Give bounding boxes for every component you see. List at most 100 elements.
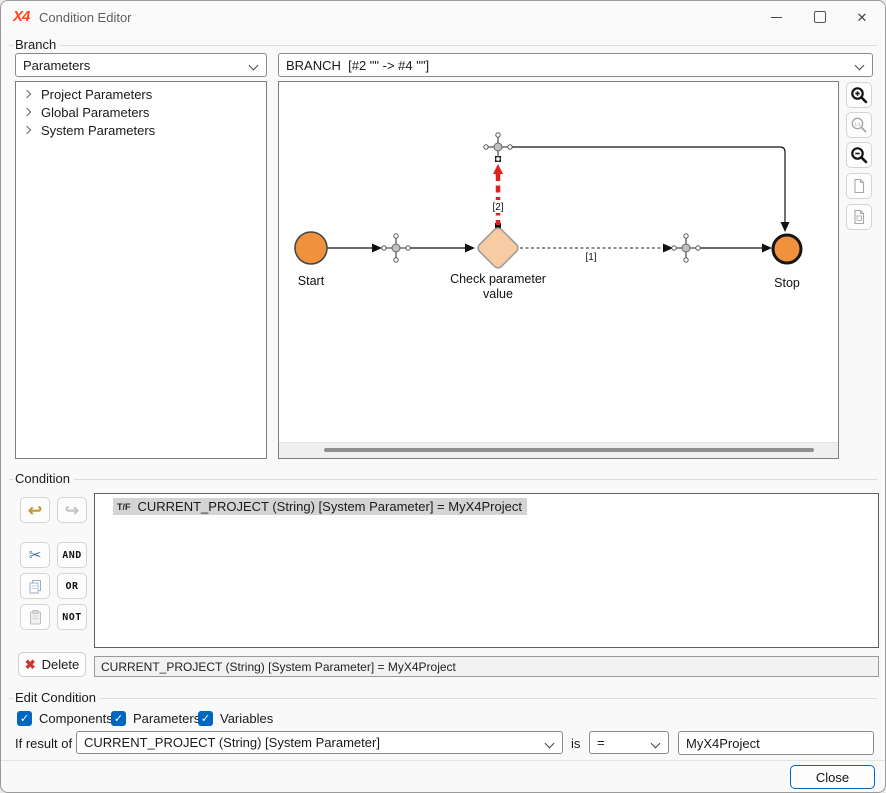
tree-item-global-parameters[interactable]: Global Parameters [16, 103, 266, 121]
tree-item-project-parameters[interactable]: Project Parameters [16, 85, 266, 103]
svg-text:1:1: 1:1 [854, 121, 861, 126]
checkbox-variables-label: Variables [220, 711, 273, 726]
operand-dropdown[interactable]: CURRENT_PROJECT (String) [System Paramet… [76, 731, 563, 754]
maximize-icon [814, 11, 826, 23]
condition-group-label: Condition [13, 471, 74, 486]
or-button-label: OR [65, 581, 78, 592]
delete-button[interactable]: ✖ Delete [18, 652, 86, 677]
tree-item-system-parameters[interactable]: System Parameters [16, 121, 266, 139]
canvas-hscrollbar-thumb[interactable] [324, 448, 814, 452]
checkbox-variables[interactable]: ✓ Variables [198, 710, 273, 727]
operand-dropdown-value: CURRENT_PROJECT (String) [System Paramet… [84, 735, 380, 750]
stop-node[interactable]: Stop [773, 235, 801, 290]
or-button[interactable]: OR [57, 573, 87, 599]
delete-button-label: Delete [42, 657, 80, 672]
decision-node-label-line1: Check parameter [450, 272, 546, 286]
start-node[interactable]: Start [295, 232, 327, 288]
and-button[interactable]: AND [57, 542, 87, 568]
chevron-right-icon [23, 126, 31, 134]
edge-junction2-to-stop[interactable] [698, 244, 772, 253]
maximize-button[interactable] [799, 1, 841, 33]
workflow-canvas[interactable]: [1] [2] [278, 81, 839, 459]
not-button[interactable]: NOT [57, 604, 87, 630]
junction-node-2[interactable] [672, 234, 700, 262]
condition-group-border [9, 479, 877, 480]
undo-icon: ↩ [28, 502, 42, 519]
close-button-label: Close [816, 770, 849, 785]
branch-group-label: Branch [13, 37, 60, 52]
canvas-hscrollbar [279, 442, 838, 458]
operator-dropdown[interactable]: = [589, 731, 669, 754]
zoom-out-button[interactable] [846, 142, 872, 168]
parameter-tree: Project Parameters Global Parameters Sys… [15, 81, 267, 459]
checkbox-components[interactable]: ✓ Components [17, 710, 113, 727]
not-button-label: NOT [62, 612, 82, 623]
operator-dropdown-value: = [597, 735, 605, 750]
edge-top-junction-to-stop[interactable] [510, 147, 790, 232]
zoom-in-icon [850, 86, 868, 104]
x4-logo: X4 [13, 8, 29, 25]
comparison-value-input[interactable] [678, 731, 874, 755]
chevron-down-icon [545, 739, 555, 749]
condition-preview-text: CURRENT_PROJECT (String) [System Paramet… [101, 660, 456, 674]
paste-icon [27, 609, 44, 626]
undo-button[interactable]: ↩ [20, 497, 50, 523]
branch-dropdown[interactable]: BRANCH [#2 "" -> #4 ""] [278, 53, 873, 77]
fit-page-button[interactable] [846, 173, 872, 199]
chevron-down-icon [855, 61, 865, 71]
is-label: is [571, 736, 580, 751]
redo-button[interactable]: ↪ [57, 497, 87, 523]
and-button-label: AND [62, 550, 82, 561]
parameter-category-dropdown[interactable]: Parameters [15, 53, 267, 77]
checkbox-components-label: Components [39, 711, 113, 726]
condition-list[interactable]: T/F CURRENT_PROJECT (String) [System Par… [94, 493, 879, 648]
zoom-in-button[interactable] [846, 82, 872, 108]
parameter-category-value: Parameters [23, 58, 90, 73]
branch-group-border [9, 45, 877, 46]
fit-selection-icon [850, 208, 868, 226]
tree-item-label: Global Parameters [41, 105, 149, 120]
checkbox-parameters[interactable]: ✓ Parameters [111, 710, 200, 727]
condition-list-item[interactable]: T/F CURRENT_PROJECT (String) [System Par… [113, 498, 527, 515]
checkbox-checked-icon: ✓ [111, 711, 126, 726]
copy-icon [27, 578, 44, 595]
minimize-icon [771, 17, 782, 18]
edge-start-to-junction[interactable] [327, 244, 382, 253]
window-close-button[interactable]: ✕ [841, 1, 883, 33]
chevron-down-icon [249, 61, 259, 71]
cut-icon: ✂ [29, 548, 42, 563]
edge2-label: [2] [492, 202, 503, 213]
start-node-label: Start [298, 274, 325, 288]
junction-node-1[interactable] [382, 234, 410, 262]
close-button[interactable]: Close [790, 765, 875, 789]
minimize-button[interactable] [755, 1, 797, 33]
delete-icon: ✖ [25, 658, 36, 671]
condition-item-text: CURRENT_PROJECT (String) [System Paramet… [138, 499, 522, 514]
footer-divider [1, 760, 885, 761]
paste-button[interactable] [20, 604, 50, 630]
decision-node-label-line2: value [483, 287, 513, 301]
edge-decision-to-junction2-dashed[interactable]: [1] [520, 244, 673, 264]
branch-dropdown-value: BRANCH [#2 "" -> #4 ""] [286, 58, 429, 73]
chevron-down-icon [651, 739, 661, 749]
tree-item-label: Project Parameters [41, 87, 152, 102]
junction-node-top[interactable] [484, 133, 512, 161]
tree-item-label: System Parameters [41, 123, 155, 138]
edge-decision-to-top-junction-selected[interactable]: [2] [488, 156, 508, 229]
zoom-original-button[interactable]: 1:1 [846, 112, 872, 138]
cut-button[interactable]: ✂ [20, 542, 50, 568]
edge-junction-to-decision[interactable] [408, 244, 475, 253]
close-icon: ✕ [857, 11, 868, 24]
titlebar: X4 Condition Editor ✕ [1, 1, 885, 33]
edit-condition-group-label: Edit Condition [13, 690, 100, 705]
checkbox-checked-icon: ✓ [198, 711, 213, 726]
zoom-original-icon: 1:1 [850, 116, 868, 134]
copy-button[interactable] [20, 573, 50, 599]
fit-selection-button[interactable] [846, 204, 872, 230]
decision-node[interactable]: Check parameter value [450, 226, 546, 301]
chevron-right-icon [23, 108, 31, 116]
condition-preview-bar: CURRENT_PROJECT (String) [System Paramet… [94, 656, 879, 677]
chevron-right-icon [23, 90, 31, 98]
condition-editor-window: X4 Condition Editor ✕ Branch Parameters … [0, 0, 886, 793]
if-result-of-label: If result of [15, 736, 72, 751]
